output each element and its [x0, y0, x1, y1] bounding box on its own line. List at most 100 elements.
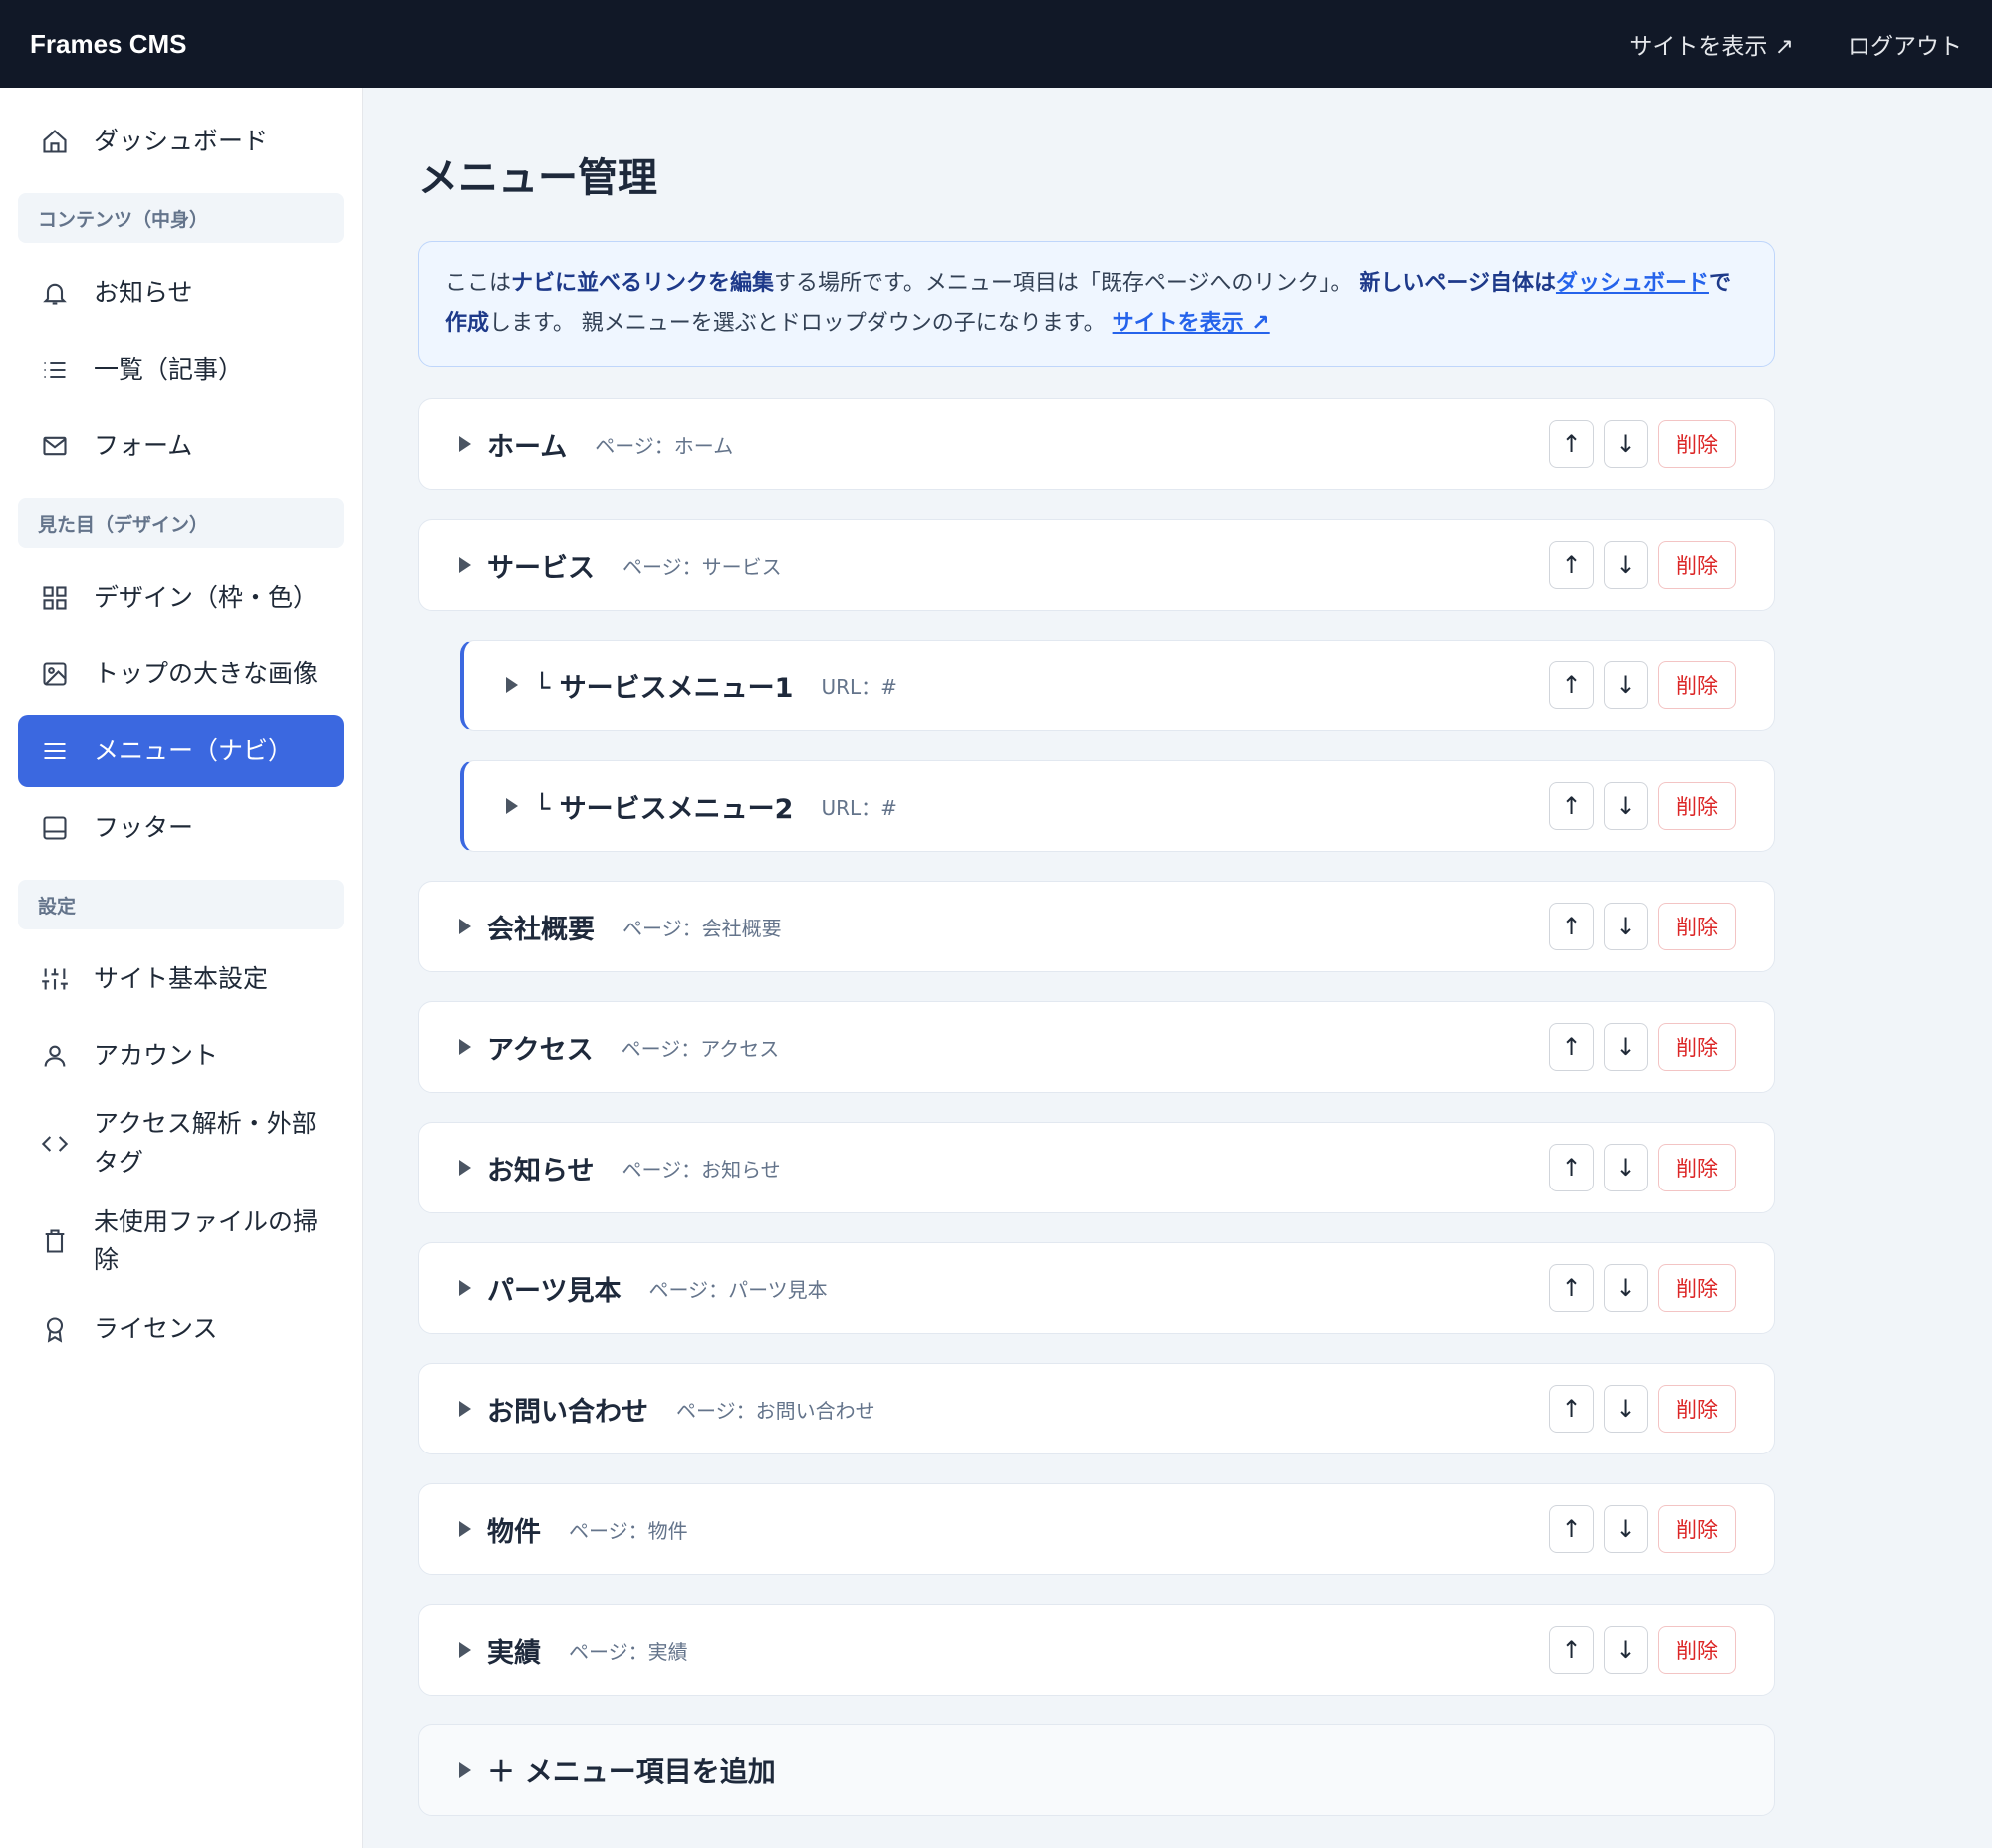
- delete-button[interactable]: 削除: [1658, 1023, 1736, 1071]
- menu-item-row[interactable]: 物件 ページ：物件 ↑ ↓ 削除: [418, 1483, 1775, 1575]
- move-up-button[interactable]: ↑: [1549, 782, 1594, 830]
- sidebar-item-license[interactable]: ライセンス: [18, 1293, 344, 1365]
- add-menu-item-label: ＋ メニュー項目を追加: [487, 1755, 776, 1788]
- expand-triangle-icon[interactable]: [459, 1521, 471, 1537]
- move-up-button[interactable]: ↑: [1549, 541, 1594, 589]
- expand-triangle-icon[interactable]: [459, 1039, 471, 1055]
- menu-item-row[interactable]: サービス ページ：サービス ↑ ↓ 削除: [418, 519, 1775, 611]
- submenu-item-row[interactable]: └ サービスメニュー1 URL：# ↑ ↓ 削除: [460, 640, 1775, 731]
- move-down-button[interactable]: ↓: [1604, 1505, 1648, 1553]
- menu-item-list: ホーム ページ：ホーム ↑ ↓ 削除 サービス ページ：サービス ↑ ↓ 削除 …: [418, 398, 1775, 1816]
- sidebar-item-hero[interactable]: トップの大きな画像: [18, 639, 344, 710]
- sidebar-item-label: デザイン（枠・色）: [94, 582, 319, 612]
- menu-item-target: ページ：アクセス: [621, 1036, 780, 1061]
- delete-button[interactable]: 削除: [1658, 782, 1736, 830]
- move-up-button[interactable]: ↑: [1549, 1626, 1594, 1674]
- expand-triangle-icon[interactable]: [459, 919, 471, 934]
- row-actions: ↑ ↓ 削除: [1549, 1385, 1736, 1433]
- sidebar-item-label: 未使用ファイルの掃除: [94, 1206, 319, 1275]
- move-up-button[interactable]: ↑: [1549, 1505, 1594, 1553]
- move-down-button[interactable]: ↓: [1604, 903, 1648, 950]
- move-down-button[interactable]: ↓: [1604, 661, 1648, 709]
- sidebar: ダッシュボード コンテンツ（中身） お知らせ 一覧（記事） フォーム 見た目（デ…: [0, 88, 363, 1848]
- notice-emphasis: 新しいページ自体は: [1359, 271, 1556, 296]
- delete-button[interactable]: 削除: [1658, 903, 1736, 950]
- view-site-link[interactable]: サイトを表示 ↗: [1629, 27, 1794, 61]
- menu-item-row[interactable]: アクセス ページ：アクセス ↑ ↓ 削除: [418, 1001, 1775, 1093]
- move-up-button[interactable]: ↑: [1549, 1385, 1594, 1433]
- mail-icon: [40, 431, 70, 461]
- sidebar-item-account[interactable]: アカウント: [18, 1020, 344, 1092]
- expand-triangle-icon[interactable]: [459, 557, 471, 573]
- sidebar-item-site-settings[interactable]: サイト基本設定: [18, 943, 344, 1015]
- menu-item-name: └ サービスメニュー2: [534, 793, 794, 825]
- section-label-content: コンテンツ（中身）: [18, 193, 344, 243]
- expand-triangle-icon[interactable]: [459, 1401, 471, 1417]
- move-down-button[interactable]: ↓: [1604, 782, 1648, 830]
- row-actions: ↑ ↓ 削除: [1549, 1264, 1736, 1312]
- move-down-button[interactable]: ↓: [1604, 1144, 1648, 1191]
- move-down-button[interactable]: ↓: [1604, 1264, 1648, 1312]
- menu-item-row[interactable]: 会社概要 ページ：会社概要 ↑ ↓ 削除: [418, 881, 1775, 972]
- expand-triangle-icon[interactable]: [506, 798, 518, 814]
- delete-button[interactable]: 削除: [1658, 1626, 1736, 1674]
- move-down-button[interactable]: ↓: [1604, 1023, 1648, 1071]
- move-up-button[interactable]: ↑: [1549, 661, 1594, 709]
- move-down-button[interactable]: ↓: [1604, 1626, 1648, 1674]
- page-title: メニュー管理: [418, 155, 657, 201]
- submenu-item-row[interactable]: └ サービスメニュー2 URL：# ↑ ↓ 削除: [460, 760, 1775, 852]
- sidebar-item-cleanup[interactable]: 未使用ファイルの掃除: [18, 1195, 344, 1289]
- expand-triangle-icon[interactable]: [459, 1642, 471, 1658]
- move-up-button[interactable]: ↑: [1549, 903, 1594, 950]
- menu-item-name: 会社概要: [487, 914, 595, 945]
- row-actions: ↑ ↓ 削除: [1549, 541, 1736, 589]
- sidebar-item-analytics[interactable]: アクセス解析・外部タグ: [18, 1097, 344, 1190]
- sidebar-item-label: アクセス解析・外部タグ: [94, 1109, 317, 1177]
- sidebar-item-news[interactable]: お知らせ: [18, 257, 344, 329]
- logout-link[interactable]: ログアウト: [1848, 27, 1962, 61]
- expand-triangle-icon[interactable]: [506, 677, 518, 693]
- delete-button[interactable]: 削除: [1658, 1385, 1736, 1433]
- move-up-button[interactable]: ↑: [1549, 1023, 1594, 1071]
- move-up-button[interactable]: ↑: [1549, 420, 1594, 468]
- sidebar-item-dashboard[interactable]: ダッシュボード: [18, 106, 344, 177]
- delete-button[interactable]: 削除: [1658, 1505, 1736, 1553]
- delete-button[interactable]: 削除: [1658, 420, 1736, 468]
- dashboard-link[interactable]: ダッシュボード: [1556, 271, 1709, 296]
- expand-triangle-icon[interactable]: [459, 1160, 471, 1176]
- sidebar-item-forms[interactable]: フォーム: [18, 410, 344, 482]
- view-site-inline-link[interactable]: サイトを表示 ↗: [1113, 311, 1270, 336]
- move-down-button[interactable]: ↓: [1604, 541, 1648, 589]
- section-label-design: 見た目（デザイン）: [18, 498, 344, 548]
- delete-button[interactable]: 削除: [1658, 541, 1736, 589]
- sidebar-item-footer[interactable]: フッター: [18, 792, 344, 864]
- sidebar-item-menu[interactable]: メニュー（ナビ）: [18, 715, 344, 787]
- menu-item-row[interactable]: お知らせ ページ：お知らせ ↑ ↓ 削除: [418, 1122, 1775, 1213]
- move-down-button[interactable]: ↓: [1604, 420, 1648, 468]
- expand-triangle-icon[interactable]: [459, 436, 471, 452]
- menu-item-row[interactable]: ホーム ページ：ホーム ↑ ↓ 削除: [418, 398, 1775, 490]
- menu-item-row[interactable]: 実績 ページ：実績 ↑ ↓ 削除: [418, 1604, 1775, 1696]
- move-up-button[interactable]: ↑: [1549, 1144, 1594, 1191]
- sidebar-item-label: メニュー（ナビ）: [94, 735, 294, 765]
- sidebar-item-label: トップの大きな画像: [94, 659, 319, 688]
- menu-item-row[interactable]: お問い合わせ ページ：お問い合わせ ↑ ↓ 削除: [418, 1363, 1775, 1454]
- list-icon: [40, 355, 70, 385]
- brand-logo[interactable]: Frames CMS: [30, 29, 187, 60]
- top-bar: Frames CMS サイトを表示 ↗ ログアウト: [0, 0, 1992, 88]
- menu-item-row[interactable]: パーツ見本 ページ：パーツ見本 ↑ ↓ 削除: [418, 1242, 1775, 1334]
- delete-button[interactable]: 削除: [1658, 1264, 1736, 1312]
- expand-triangle-icon[interactable]: [459, 1762, 471, 1778]
- trash-icon: [40, 1226, 70, 1256]
- sidebar-item-design[interactable]: デザイン（枠・色）: [18, 562, 344, 634]
- move-up-button[interactable]: ↑: [1549, 1264, 1594, 1312]
- move-down-button[interactable]: ↓: [1604, 1385, 1648, 1433]
- delete-button[interactable]: 削除: [1658, 661, 1736, 709]
- delete-button[interactable]: 削除: [1658, 1144, 1736, 1191]
- menu-item-name: サービス: [487, 552, 595, 584]
- sidebar-item-articles[interactable]: 一覧（記事）: [18, 334, 344, 405]
- expand-triangle-icon[interactable]: [459, 1280, 471, 1296]
- menu-item-target: ページ：会社概要: [622, 916, 782, 940]
- add-menu-item-row[interactable]: ＋ メニュー項目を追加: [418, 1724, 1775, 1816]
- bell-icon: [40, 278, 70, 308]
